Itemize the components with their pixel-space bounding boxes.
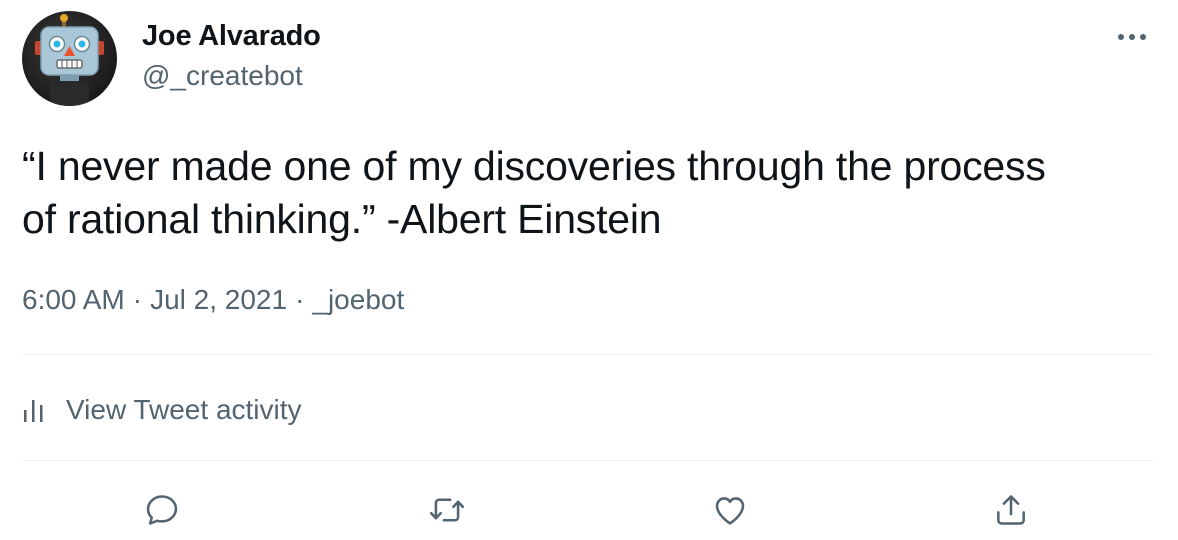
more-options-button[interactable] [1112,22,1152,52]
reply-icon [146,495,178,525]
tweet-text: “I never made one of my discoveries thro… [22,140,1162,246]
divider [22,354,1154,355]
tweet-time[interactable]: 6:00 AM [22,284,125,315]
tweet-text-line-1: “I never made one of my discoveries thro… [22,143,1046,189]
share-icon [997,495,1025,525]
heart-icon [715,497,745,525]
tweet-source[interactable]: _joebot [312,284,404,315]
tweet-meta: 6:00 AM · Jul 2, 2021 · _joebot [22,284,404,316]
retweet-button[interactable] [419,482,475,538]
divider [22,460,1154,461]
tweet-card: Joe Alvarado @_createbot “I never made o… [0,0,1178,540]
username[interactable]: @_createbot [142,60,303,92]
robot-avatar-icon [35,14,104,106]
display-name[interactable]: Joe Alvarado [142,20,321,53]
like-button[interactable] [702,482,758,538]
share-button[interactable] [983,482,1039,538]
tweet-text-line-2: of rational thinking.” -Albert Einstein [22,196,662,242]
more-dots-icon [1118,34,1146,40]
avatar[interactable] [22,11,117,106]
view-tweet-activity-label: View Tweet activity [66,394,302,425]
meta-separator: · [132,284,143,315]
tweet-actions-bar [0,482,1178,538]
view-tweet-activity-link[interactable]: View Tweet activity [22,390,302,430]
retweet-icon [429,498,465,522]
meta-separator: · [295,284,305,315]
tweet-date[interactable]: Jul 2, 2021 [150,284,287,315]
reply-button[interactable] [134,482,190,538]
bar-chart-icon [22,394,48,426]
